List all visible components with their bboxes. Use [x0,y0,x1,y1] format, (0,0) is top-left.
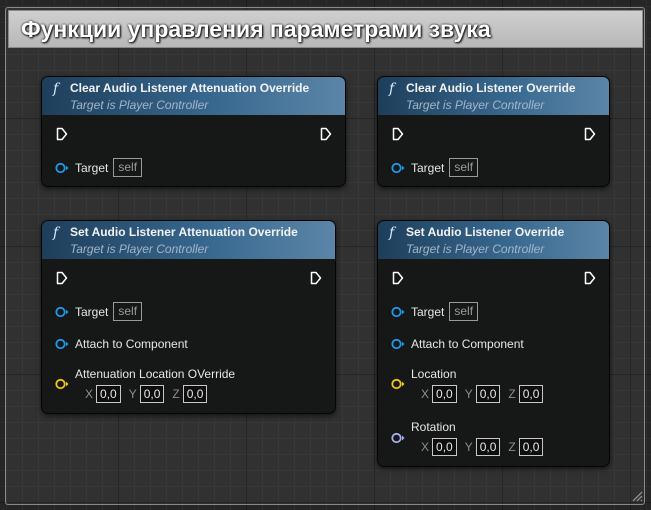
location-y-field[interactable]: 0,0 [475,385,501,403]
target-label: Target [75,160,109,175]
target-value-field[interactable]: self [113,158,143,177]
attach-label: Attach to Component [75,337,188,351]
object-pin-icon[interactable] [55,162,69,174]
x-axis-label: X [421,387,430,401]
rotation-vector-fields[interactable]: X 0,0 Y 0,0 Z 0,0 [421,438,544,456]
attach-pin-row[interactable]: Attach to Component [55,337,188,351]
node-subtitle: Target is Player Controller [406,98,545,112]
node-header[interactable]: f Set Audio Listener Attenuation Overrid… [42,221,335,259]
comment-title: Функции управления параметрами звука [21,15,491,42]
rotation-pin-row[interactable] [391,432,405,444]
node-subtitle: Target is Player Controller [70,98,209,112]
node-header[interactable]: f Clear Audio Listener Override Target i… [378,77,609,115]
location-vector-fields[interactable]: X 0,0 Y 0,0 Z 0,0 [85,385,208,403]
y-axis-label: Y [128,387,137,401]
exec-input-pin-icon[interactable] [392,271,404,285]
z-axis-label: Z [508,387,516,401]
node-set-audio-listener-attenuation-override[interactable]: f Set Audio Listener Attenuation Overrid… [41,220,336,414]
x-axis-label: X [85,387,94,401]
target-value-field[interactable]: self [449,158,479,177]
node-title: Clear Audio Listener Override [406,81,576,95]
y-axis-label: Y [464,440,473,454]
y-axis-label: Y [464,387,473,401]
exec-output-pin-icon[interactable] [320,127,332,141]
location-label: Location [411,367,457,381]
exec-input-pin-icon[interactable] [56,127,68,141]
location-x-field[interactable]: 0,0 [432,385,457,403]
object-pin-icon[interactable] [391,306,405,318]
target-value-field[interactable]: self [113,302,143,321]
target-label: Target [411,160,445,175]
function-icon: f [53,225,59,241]
location-label: Attenuation Location OVerride [75,367,236,381]
comment-header[interactable]: Функции управления параметрами звука [8,10,643,48]
location-pin-row[interactable] [55,378,69,390]
attach-label: Attach to Component [411,337,524,351]
rotation-z-field[interactable]: 0,0 [518,438,544,456]
location-z-field[interactable]: 0,0 [518,385,544,403]
function-icon: f [389,225,395,241]
exec-output-pin-icon[interactable] [584,271,596,285]
resize-grip-icon[interactable] [631,490,643,502]
node-clear-audio-listener-attenuation-override[interactable]: f Clear Audio Listener Attenuation Overr… [41,76,346,187]
object-pin-icon[interactable] [55,338,69,350]
node-set-audio-listener-override[interactable]: f Set Audio Listener Override Target is … [377,220,610,467]
attach-pin-row[interactable]: Attach to Component [391,337,524,351]
target-label: Target [75,304,109,319]
exec-output-pin-icon[interactable] [310,271,322,285]
node-header[interactable]: f Set Audio Listener Override Target is … [378,221,609,259]
location-y-field[interactable]: 0,0 [139,385,165,403]
target-pin-row[interactable]: Target self [55,302,143,321]
object-pin-icon[interactable] [391,338,405,350]
target-value-field[interactable]: self [449,302,479,321]
function-icon: f [389,81,395,97]
exec-output-pin-icon[interactable] [584,127,596,141]
z-axis-label: Z [172,387,180,401]
node-title: Set Audio Listener Attenuation Override [70,225,298,239]
node-title: Clear Audio Listener Attenuation Overrid… [70,81,310,95]
vector-pin-icon[interactable] [391,378,405,390]
target-pin-row[interactable]: Target self [391,158,479,177]
node-clear-audio-listener-override[interactable]: f Clear Audio Listener Override Target i… [377,76,610,187]
z-axis-label: Z [508,440,516,454]
target-pin-row[interactable]: Target self [391,302,479,321]
node-header[interactable]: f Clear Audio Listener Attenuation Overr… [42,77,345,115]
object-pin-icon[interactable] [391,162,405,174]
object-pin-icon[interactable] [55,306,69,318]
rotator-pin-icon[interactable] [391,432,405,444]
node-title: Set Audio Listener Override [406,225,565,239]
vector-pin-icon[interactable] [55,378,69,390]
rotation-x-field[interactable]: 0,0 [432,438,457,456]
function-icon: f [53,81,59,97]
location-x-field[interactable]: 0,0 [96,385,121,403]
target-label: Target [411,304,445,319]
rotation-y-field[interactable]: 0,0 [475,438,501,456]
location-z-field[interactable]: 0,0 [182,385,208,403]
node-subtitle: Target is Player Controller [406,242,545,256]
exec-input-pin-icon[interactable] [56,271,68,285]
exec-input-pin-icon[interactable] [392,127,404,141]
target-pin-row[interactable]: Target self [55,158,143,177]
location-vector-fields[interactable]: X 0,0 Y 0,0 Z 0,0 [421,385,544,403]
node-subtitle: Target is Player Controller [70,242,209,256]
x-axis-label: X [421,440,430,454]
rotation-label: Rotation [411,420,456,434]
location-pin-row[interactable] [391,378,405,390]
